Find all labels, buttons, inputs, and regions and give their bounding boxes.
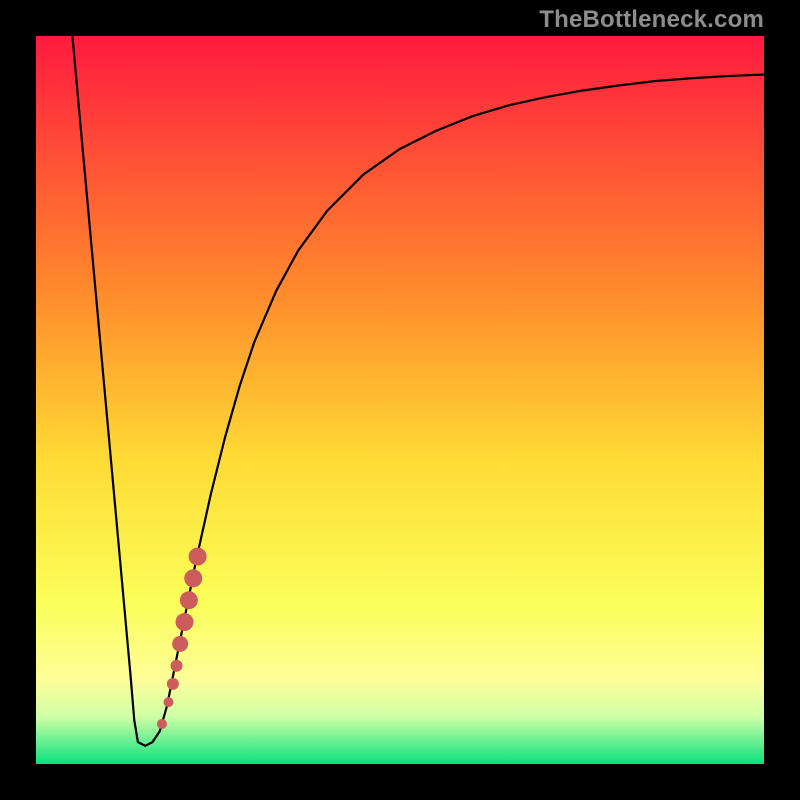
highlight-dot [180, 591, 198, 609]
highlight-dot [171, 660, 183, 672]
highlight-dot [164, 697, 174, 707]
highlight-dot [176, 613, 194, 631]
plot-area [36, 36, 764, 764]
highlight-dot [167, 678, 179, 690]
highlight-dot [157, 719, 167, 729]
watermark-text: TheBottleneck.com [539, 6, 764, 34]
outer-frame: TheBottleneck.com [0, 0, 800, 800]
chart-svg [36, 36, 764, 764]
highlight-dot [189, 548, 207, 566]
highlight-dot [184, 569, 202, 587]
highlight-dot [172, 636, 188, 652]
gradient-background [36, 36, 764, 764]
